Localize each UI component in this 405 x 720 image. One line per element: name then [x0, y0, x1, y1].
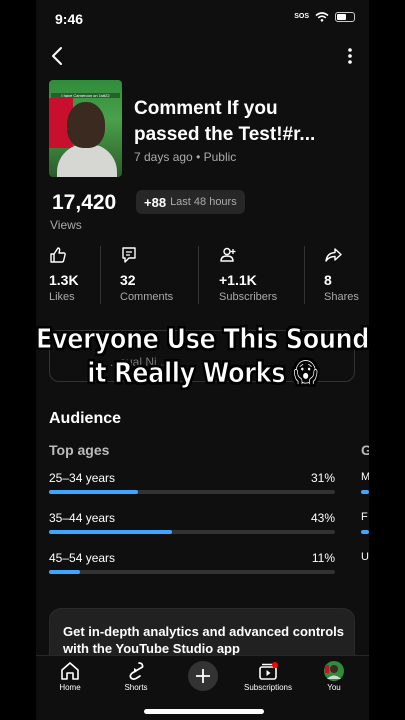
create-button[interactable]	[188, 661, 218, 691]
likes-label: Likes	[49, 291, 75, 303]
video-age: 7 days ago	[134, 150, 193, 164]
status-icons: SOS	[294, 12, 355, 22]
back-arrow-icon[interactable]	[50, 46, 64, 66]
stat-divider	[304, 246, 305, 304]
views-count: 17,420	[52, 191, 117, 214]
age-bar-track	[49, 570, 335, 574]
age-percent: 11%	[311, 551, 335, 565]
sos-indicator: SOS	[294, 13, 309, 20]
shorts-icon	[129, 662, 144, 680]
views-label: Views	[50, 218, 82, 232]
views-delta: +88	[144, 194, 167, 210]
age-bar-fill	[49, 570, 81, 574]
nav-shorts[interactable]: Shorts	[106, 660, 166, 692]
stat-divider	[198, 246, 199, 304]
video-title-line2: passed the Test!#r...	[134, 124, 316, 145]
video-thumbnail[interactable]: I have Cameroon on 1stt22	[49, 80, 122, 177]
thumbnail-person-body	[57, 144, 117, 177]
thumbnail-person-face	[67, 102, 105, 148]
comment-icon	[122, 247, 136, 263]
age-label: 45–54 years	[49, 551, 116, 565]
next-card-peek-bar	[361, 490, 369, 494]
likes-value: 1.3K	[49, 272, 79, 288]
video-meta: 7 days ago • Public	[134, 150, 236, 164]
subscribers-value: +1.1K	[219, 272, 257, 288]
overlay-line-2: it Really Works 😱	[87, 356, 319, 390]
age-label: 35–44 years	[49, 511, 116, 525]
age-label: 25–34 years	[49, 471, 116, 485]
home-icon	[61, 662, 79, 680]
thumbs-up-icon	[50, 247, 66, 263]
you-avatar-icon	[324, 661, 344, 681]
nav-home-label: Home	[59, 683, 81, 692]
nav-you[interactable]: You	[304, 660, 364, 692]
nav-home[interactable]: Home	[40, 660, 100, 692]
age-bar-fill	[49, 490, 138, 494]
next-card-peek-letter: M	[361, 471, 369, 483]
nav-subscriptions-label: Subscriptions	[243, 683, 293, 692]
meta-separator: •	[196, 150, 201, 164]
more-options-icon[interactable]	[347, 48, 353, 64]
age-bar-track	[49, 530, 335, 534]
shares-value: 8	[324, 272, 332, 288]
age-percent: 43%	[310, 511, 335, 525]
nav-shorts-label: Shorts	[124, 683, 148, 692]
overlay-line-1: Everyone Use This Sound	[35, 322, 370, 356]
views-delta-badge: +88 Last 48 hours	[136, 190, 245, 214]
video-visibility: Public	[203, 150, 237, 164]
caption-overlay: Everyone Use This Sound it Really Works …	[28, 322, 376, 390]
next-card-title-peek: G	[361, 442, 369, 458]
next-card-peek-bar	[361, 530, 369, 534]
nav-you-label: You	[327, 683, 341, 692]
comments-value: 32	[120, 272, 136, 288]
audience-title: Audience	[49, 410, 122, 427]
subscriptions-icon	[259, 662, 278, 680]
age-bar-track	[49, 490, 335, 494]
status-bar: 9:46 SOS	[36, 0, 369, 38]
subscribers-label: Subscribers	[219, 291, 278, 303]
next-card-peek-letter: U	[361, 551, 369, 563]
shares-label: Shares	[324, 291, 359, 303]
next-card-peek-letter: F	[361, 511, 368, 523]
add-person-icon	[220, 247, 236, 262]
home-indicator	[144, 709, 264, 714]
age-bar-fill	[49, 530, 172, 534]
wifi-icon	[315, 12, 329, 22]
comments-label: Comments	[120, 291, 174, 303]
stat-divider	[100, 246, 101, 304]
video-title-line1: Comment If you	[134, 98, 278, 119]
create-icon	[196, 669, 210, 683]
views-delta-period: Last 48 hours	[170, 196, 237, 208]
status-time: 9:46	[55, 11, 84, 27]
promo-text: Get in-depth analytics and advanced cont…	[63, 624, 345, 656]
top-ages-title: Top ages	[49, 442, 110, 458]
video-title: Comment If you passed the Test!#r...	[134, 96, 359, 148]
share-icon	[325, 248, 342, 262]
battery-icon	[335, 12, 355, 22]
thumbnail-caption: I have Cameroon on 1stt22	[51, 93, 120, 98]
nav-subscriptions[interactable]: Subscriptions	[238, 660, 298, 692]
age-percent: 31%	[310, 471, 335, 485]
stats-row: 1.3K Likes 32 Comments +1.1K Subscribers	[36, 246, 369, 306]
